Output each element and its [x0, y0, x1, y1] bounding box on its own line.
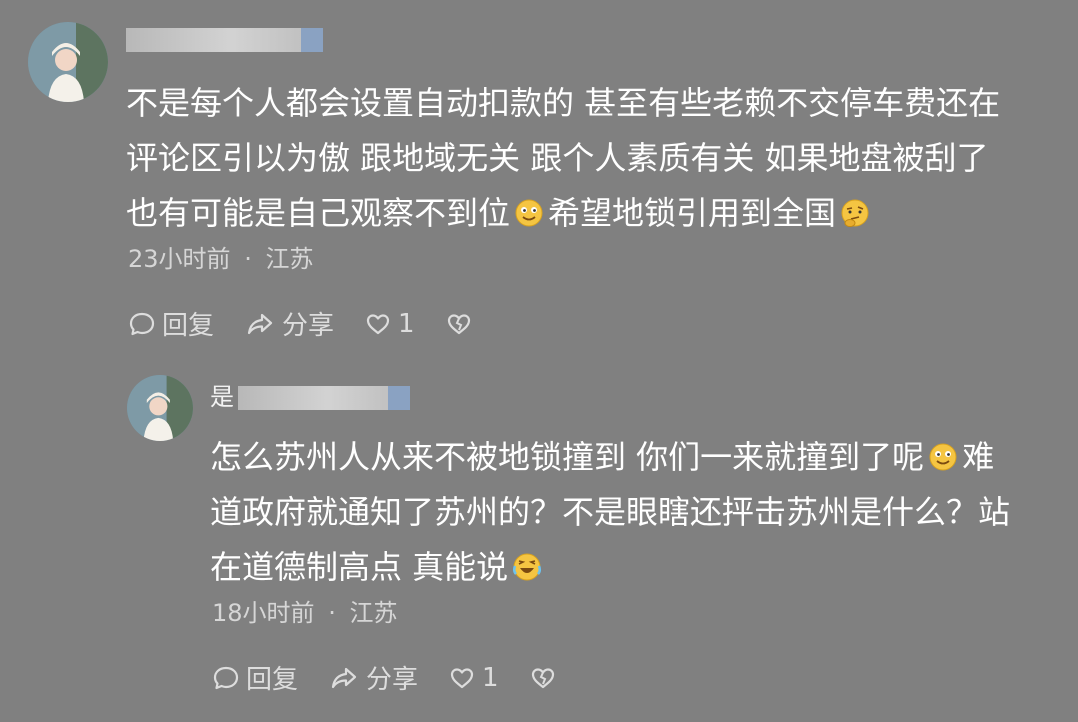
username[interactable]: 是 [210, 382, 410, 412]
comment-line-part: 也有可能是自己观察不到位 [126, 194, 511, 232]
avatar[interactable] [28, 22, 108, 102]
share-label: 分享 [282, 311, 335, 341]
location: 江苏 [265, 245, 314, 273]
broken-heart-icon [531, 667, 554, 688]
comment-actions: 回复 分享 1 [212, 659, 587, 696]
laughing-emoji-icon [512, 544, 542, 581]
comment-meta: 18小时前 · 江苏 [212, 598, 397, 628]
meta-separator: · [328, 599, 336, 627]
meta-separator: · [244, 245, 252, 273]
comment-line-part: 在道德制高点 真能说 [210, 548, 509, 586]
username-prefix: 是 [210, 383, 234, 411]
location: 江苏 [349, 599, 398, 627]
reply-button[interactable]: 回复 [128, 305, 214, 342]
comment-line-part: 难 [962, 438, 995, 476]
dislike-button[interactable] [529, 664, 557, 692]
reply-label: 回复 [162, 311, 215, 341]
like-count: 1 [398, 308, 415, 339]
heart-icon [450, 667, 474, 688]
comment-line-part: 希望地锁引用到全国 [548, 194, 837, 232]
username-blur [238, 386, 410, 410]
like-count: 1 [482, 662, 499, 693]
avatar[interactable] [127, 375, 193, 441]
reply-button[interactable]: 回复 [212, 659, 298, 696]
speech-bubble-icon [213, 666, 239, 689]
comment-meta: 23小时前 · 江苏 [128, 244, 313, 274]
smile-emoji-icon [514, 190, 544, 227]
comment-actions: 回复 分享 1 [128, 305, 503, 342]
comment-text: 怎么苏州人从来不被地锁撞到 你们一来就撞到了呢难 道政府就通知了苏州的？不是眼瞎… [210, 430, 1010, 595]
dislike-button[interactable] [445, 310, 473, 338]
username[interactable] [122, 24, 323, 54]
thinking-emoji-icon [840, 190, 870, 227]
smile-emoji-icon [928, 434, 958, 471]
comment-2: 是 怎么苏州人从来不被地锁撞到 你们一来就撞到了呢难 道政府就通知了苏州的？不是… [0, 360, 1078, 722]
heart-icon [366, 313, 390, 334]
share-label: 分享 [366, 665, 419, 695]
comment-line: 也有可能是自己观察不到位 希望地锁引用到全国 [126, 186, 1000, 241]
comment-line-part: 怎么苏州人从来不被地锁撞到 你们一来就撞到了呢 [210, 438, 925, 476]
comment-1: 不是每个人都会设置自动扣款的 甚至有些老赖不交停车费还在 评论区引以为傲 跟地域… [0, 0, 1078, 360]
speech-bubble-icon [129, 312, 155, 335]
timestamp: 23小时前 [128, 245, 231, 273]
comment-text: 不是每个人都会设置自动扣款的 甚至有些老赖不交停车费还在 评论区引以为傲 跟地域… [126, 76, 1000, 241]
username-blur [126, 28, 323, 52]
share-arrow-icon [247, 313, 273, 334]
timestamp: 18小时前 [212, 599, 315, 627]
like-button[interactable]: 1 [364, 309, 415, 339]
share-arrow-icon [331, 667, 357, 688]
comment-line: 道政府就通知了苏州的？不是眼瞎还抨击苏州是什么？站 [210, 493, 1011, 531]
comment-line: 不是每个人都会设置自动扣款的 甚至有些老赖不交停车费还在 [126, 84, 1001, 122]
comment-line: 怎么苏州人从来不被地锁撞到 你们一来就撞到了呢难 [210, 430, 1010, 485]
like-button[interactable]: 1 [448, 663, 499, 693]
broken-heart-icon [447, 313, 470, 334]
reply-label: 回复 [246, 665, 299, 695]
share-button[interactable]: 分享 [244, 305, 334, 342]
comment-line: 在道德制高点 真能说 [210, 540, 1010, 595]
share-button[interactable]: 分享 [328, 659, 418, 696]
comment-line: 评论区引以为傲 跟地域无关 跟个人素质有关 如果地盘被刮了 [126, 139, 989, 177]
